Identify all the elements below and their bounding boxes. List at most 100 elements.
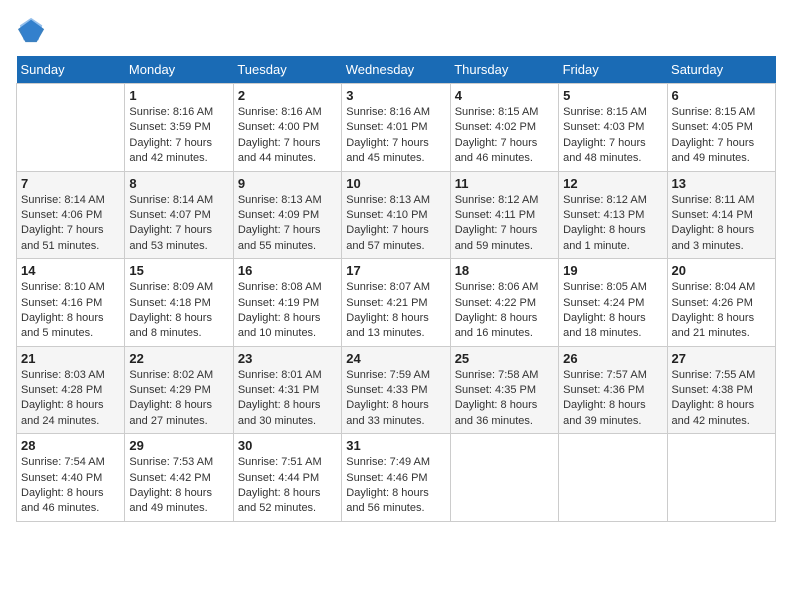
day-info: Sunrise: 7:59 AMSunset: 4:33 PMDaylight:…: [346, 368, 445, 430]
day-number: 14: [21, 263, 120, 278]
day-number: 27: [672, 351, 771, 366]
calendar-cell: 10Sunrise: 8:13 AMSunset: 4:10 PMDayligh…: [342, 171, 450, 259]
calendar-header-row: SundayMondayTuesdayWednesdayThursdayFrid…: [17, 56, 776, 84]
logo-icon: [18, 16, 46, 44]
day-info: Sunrise: 8:08 AMSunset: 4:19 PMDaylight:…: [238, 280, 337, 342]
calendar-cell: 9 Sunrise: 8:13 AMSunset: 4:09 PMDaylight…: [233, 171, 341, 259]
calendar-cell: 31 Sunrise: 7:49 AMSunset: 4:46 PMDayligh…: [342, 434, 450, 522]
day-info: Sunrise: 8:04 AMSunset: 4:26 PMDaylight:…: [672, 280, 771, 342]
calendar-cell: 13Sunrise: 8:11 AMSunset: 4:14 PMDayligh…: [667, 171, 775, 259]
column-header-wednesday: Wednesday: [342, 56, 450, 84]
day-info: Sunrise: 7:58 AMSunset: 4:35 PMDaylight:…: [455, 368, 554, 430]
calendar-cell: 6Sunrise: 8:15 AMSunset: 4:05 PMDaylight…: [667, 84, 775, 172]
calendar-cell: 14 Sunrise: 8:10 AMSunset: 4:16 PMDayligh…: [17, 259, 125, 347]
day-info: Sunrise: 8:13 AMSunset: 4:09 PMDaylight:…: [238, 193, 337, 255]
column-header-sunday: Sunday: [17, 56, 125, 84]
day-number: 18: [455, 263, 554, 278]
day-info: Sunrise: 7:51 AMSunset: 4:44 PMDaylight:…: [238, 455, 337, 517]
day-number: 1: [129, 88, 228, 103]
calendar-week-3: 14 Sunrise: 8:10 AMSunset: 4:16 PMDayligh…: [17, 259, 776, 347]
day-info: Sunrise: 8:11 AMSunset: 4:14 PMDaylight:…: [672, 193, 771, 255]
day-info: Sunrise: 8:15 AMSunset: 4:02 PMDaylight:…: [455, 105, 554, 167]
day-number: 7: [21, 176, 120, 191]
calendar-cell: 23Sunrise: 8:01 AMSunset: 4:31 PMDayligh…: [233, 346, 341, 434]
calendar-cell: 17 Sunrise: 8:07 AMSunset: 4:21 PMDayligh…: [342, 259, 450, 347]
calendar-cell: 1 Sunrise: 8:16 AMSunset: 3:59 PMDaylight…: [125, 84, 233, 172]
calendar-cell: 15 Sunrise: 8:09 AMSunset: 4:18 PMDayligh…: [125, 259, 233, 347]
calendar-cell: 16 Sunrise: 8:08 AMSunset: 4:19 PMDayligh…: [233, 259, 341, 347]
day-info: Sunrise: 8:02 AMSunset: 4:29 PMDaylight:…: [129, 368, 228, 430]
day-info: Sunrise: 8:13 AMSunset: 4:10 PMDaylight:…: [346, 193, 445, 255]
calendar-cell: 4 Sunrise: 8:15 AMSunset: 4:02 PMDaylight…: [450, 84, 558, 172]
day-info: Sunrise: 7:49 AMSunset: 4:46 PMDaylight:…: [346, 455, 445, 517]
day-info: Sunrise: 7:54 AMSunset: 4:40 PMDaylight:…: [21, 455, 120, 517]
column-header-tuesday: Tuesday: [233, 56, 341, 84]
day-info: Sunrise: 8:15 AMSunset: 4:03 PMDaylight:…: [563, 105, 662, 167]
day-number: 22: [129, 351, 228, 366]
calendar-cell: 5 Sunrise: 8:15 AMSunset: 4:03 PMDaylight…: [559, 84, 667, 172]
logo: [16, 16, 46, 44]
day-number: 19: [563, 263, 662, 278]
day-info: Sunrise: 8:05 AMSunset: 4:24 PMDaylight:…: [563, 280, 662, 342]
day-info: Sunrise: 7:55 AMSunset: 4:38 PMDaylight:…: [672, 368, 771, 430]
day-info: Sunrise: 8:16 AMSunset: 3:59 PMDaylight:…: [129, 105, 228, 167]
day-number: 31: [346, 438, 445, 453]
day-number: 5: [563, 88, 662, 103]
day-info: Sunrise: 7:57 AMSunset: 4:36 PMDaylight:…: [563, 368, 662, 430]
day-info: Sunrise: 8:16 AMSunset: 4:00 PMDaylight:…: [238, 105, 337, 167]
calendar-week-1: 1 Sunrise: 8:16 AMSunset: 3:59 PMDaylight…: [17, 84, 776, 172]
day-info: Sunrise: 8:14 AMSunset: 4:06 PMDaylight:…: [21, 193, 120, 255]
calendar-table: SundayMondayTuesdayWednesdayThursdayFrid…: [16, 56, 776, 522]
calendar-week-2: 7 Sunrise: 8:14 AMSunset: 4:06 PMDaylight…: [17, 171, 776, 259]
day-number: 17: [346, 263, 445, 278]
calendar-cell: 3 Sunrise: 8:16 AMSunset: 4:01 PMDaylight…: [342, 84, 450, 172]
calendar-cell: 27 Sunrise: 7:55 AMSunset: 4:38 PMDayligh…: [667, 346, 775, 434]
calendar-cell: [667, 434, 775, 522]
day-number: 25: [455, 351, 554, 366]
calendar-cell: 26 Sunrise: 7:57 AMSunset: 4:36 PMDayligh…: [559, 346, 667, 434]
calendar-cell: 7 Sunrise: 8:14 AMSunset: 4:06 PMDaylight…: [17, 171, 125, 259]
column-header-monday: Monday: [125, 56, 233, 84]
day-info: Sunrise: 8:06 AMSunset: 4:22 PMDaylight:…: [455, 280, 554, 342]
day-info: Sunrise: 8:12 AMSunset: 4:13 PMDaylight:…: [563, 193, 662, 255]
day-number: 29: [129, 438, 228, 453]
day-number: 16: [238, 263, 337, 278]
calendar-cell: 30 Sunrise: 7:51 AMSunset: 4:44 PMDayligh…: [233, 434, 341, 522]
calendar-cell: [17, 84, 125, 172]
day-number: 4: [455, 88, 554, 103]
calendar-cell: 28 Sunrise: 7:54 AMSunset: 4:40 PMDayligh…: [17, 434, 125, 522]
calendar-cell: 24 Sunrise: 7:59 AMSunset: 4:33 PMDayligh…: [342, 346, 450, 434]
calendar-cell: 12 Sunrise: 8:12 AMSunset: 4:13 PMDayligh…: [559, 171, 667, 259]
day-info: Sunrise: 8:14 AMSunset: 4:07 PMDaylight:…: [129, 193, 228, 255]
day-info: Sunrise: 8:07 AMSunset: 4:21 PMDaylight:…: [346, 280, 445, 342]
day-number: 12: [563, 176, 662, 191]
column-header-friday: Friday: [559, 56, 667, 84]
day-info: Sunrise: 8:09 AMSunset: 4:18 PMDaylight:…: [129, 280, 228, 342]
day-number: 30: [238, 438, 337, 453]
day-number: 24: [346, 351, 445, 366]
day-number: 28: [21, 438, 120, 453]
calendar-cell: 11Sunrise: 8:12 AMSunset: 4:11 PMDayligh…: [450, 171, 558, 259]
calendar-cell: 18 Sunrise: 8:06 AMSunset: 4:22 PMDayligh…: [450, 259, 558, 347]
calendar-cell: 19 Sunrise: 8:05 AMSunset: 4:24 PMDayligh…: [559, 259, 667, 347]
day-number: 15: [129, 263, 228, 278]
column-header-saturday: Saturday: [667, 56, 775, 84]
day-info: Sunrise: 7:53 AMSunset: 4:42 PMDaylight:…: [129, 455, 228, 517]
day-number: 6: [672, 88, 771, 103]
calendar-cell: 20 Sunrise: 8:04 AMSunset: 4:26 PMDayligh…: [667, 259, 775, 347]
day-info: Sunrise: 8:10 AMSunset: 4:16 PMDaylight:…: [21, 280, 120, 342]
day-number: 3: [346, 88, 445, 103]
day-number: 23: [238, 351, 337, 366]
calendar-cell: 21Sunrise: 8:03 AMSunset: 4:28 PMDayligh…: [17, 346, 125, 434]
day-number: 21: [21, 351, 120, 366]
calendar-week-5: 28 Sunrise: 7:54 AMSunset: 4:40 PMDayligh…: [17, 434, 776, 522]
day-number: 26: [563, 351, 662, 366]
calendar-cell: 2Sunrise: 8:16 AMSunset: 4:00 PMDaylight…: [233, 84, 341, 172]
day-info: Sunrise: 8:16 AMSunset: 4:01 PMDaylight:…: [346, 105, 445, 167]
calendar-cell: 8Sunrise: 8:14 AMSunset: 4:07 PMDaylight…: [125, 171, 233, 259]
day-number: 20: [672, 263, 771, 278]
page-header: [16, 16, 776, 44]
calendar-cell: 22 Sunrise: 8:02 AMSunset: 4:29 PMDayligh…: [125, 346, 233, 434]
day-number: 9: [238, 176, 337, 191]
calendar-cell: [450, 434, 558, 522]
